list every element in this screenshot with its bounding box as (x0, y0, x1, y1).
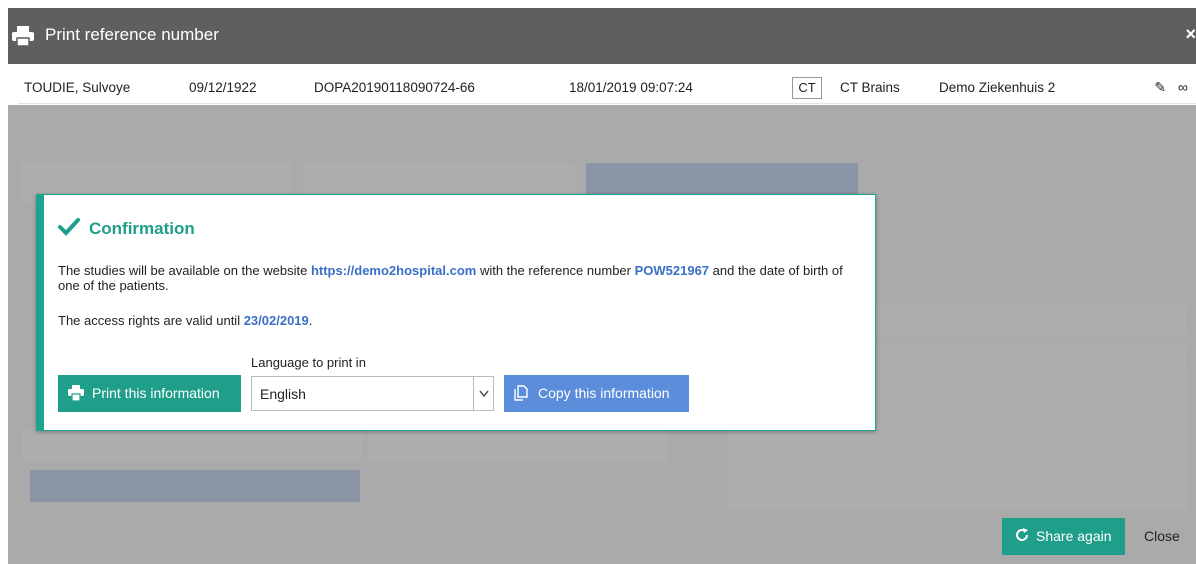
dialog-title: Print reference number (45, 25, 219, 44)
print-information-button[interactable]: Print this information (58, 375, 241, 412)
language-select[interactable]: English (251, 376, 494, 411)
copy-information-label: Copy this information (538, 385, 670, 401)
reference-number: POW521967 (634, 263, 710, 278)
birth-date: 09/12/1922 (189, 80, 257, 95)
validity-message: The access rights are valid until 23/02/… (58, 313, 312, 328)
share-again-label: Share again (1036, 528, 1112, 544)
validity-text: The access rights are valid until (58, 313, 244, 328)
infinity-icon[interactable]: ∞ (1178, 79, 1188, 95)
validity-suffix: . (308, 313, 313, 328)
confirmation-panel: Confirmation The studies will be availab… (36, 194, 876, 431)
valid-until-date: 23/02/2019 (243, 313, 309, 328)
confirmation-message: The studies will be available on the web… (58, 263, 868, 293)
institution: Demo Ziekenhuis 2 (939, 80, 1056, 95)
study-row: TOUDIE, Sulvoye 09/12/1922 DOPA201901180… (18, 72, 1196, 104)
study-description: CT Brains (840, 80, 900, 95)
close-icon[interactable]: × (1185, 24, 1196, 45)
print-reference-dialog: Print reference number × TOUDIE, Sulvoye… (8, 8, 1196, 564)
refresh-icon (1016, 528, 1028, 541)
confirmation-heading: Confirmation (89, 219, 195, 238)
printer-icon (12, 26, 34, 46)
pencil-icon[interactable]: ✎ (1154, 79, 1166, 95)
accession-number: DOPA20190118090724-66 (314, 80, 475, 95)
close-button[interactable]: Close (1144, 528, 1180, 544)
chevron-down-icon[interactable] (473, 377, 493, 410)
message-text: The studies will be available on the web… (58, 263, 311, 278)
copy-information-button[interactable]: Copy this information (504, 375, 689, 412)
copy-icon (514, 385, 528, 401)
print-information-label: Print this information (92, 385, 220, 401)
modality-badge: CT (792, 77, 822, 99)
checkmark-icon (58, 218, 80, 236)
dialog-title-bar: Print reference number × (8, 8, 1196, 64)
share-again-button[interactable]: Share again (1002, 518, 1125, 555)
printer-icon (68, 385, 84, 401)
patient-name: TOUDIE, Sulvoye (24, 80, 131, 95)
language-value: English (260, 386, 306, 402)
message-text: with the reference number (476, 263, 635, 278)
website-link[interactable]: https://demo2hospital.com (311, 263, 476, 278)
language-label: Language to print in (251, 355, 366, 370)
row-actions: ✎ ∞ (1154, 79, 1188, 96)
study-datetime: 18/01/2019 09:07:24 (569, 80, 693, 95)
